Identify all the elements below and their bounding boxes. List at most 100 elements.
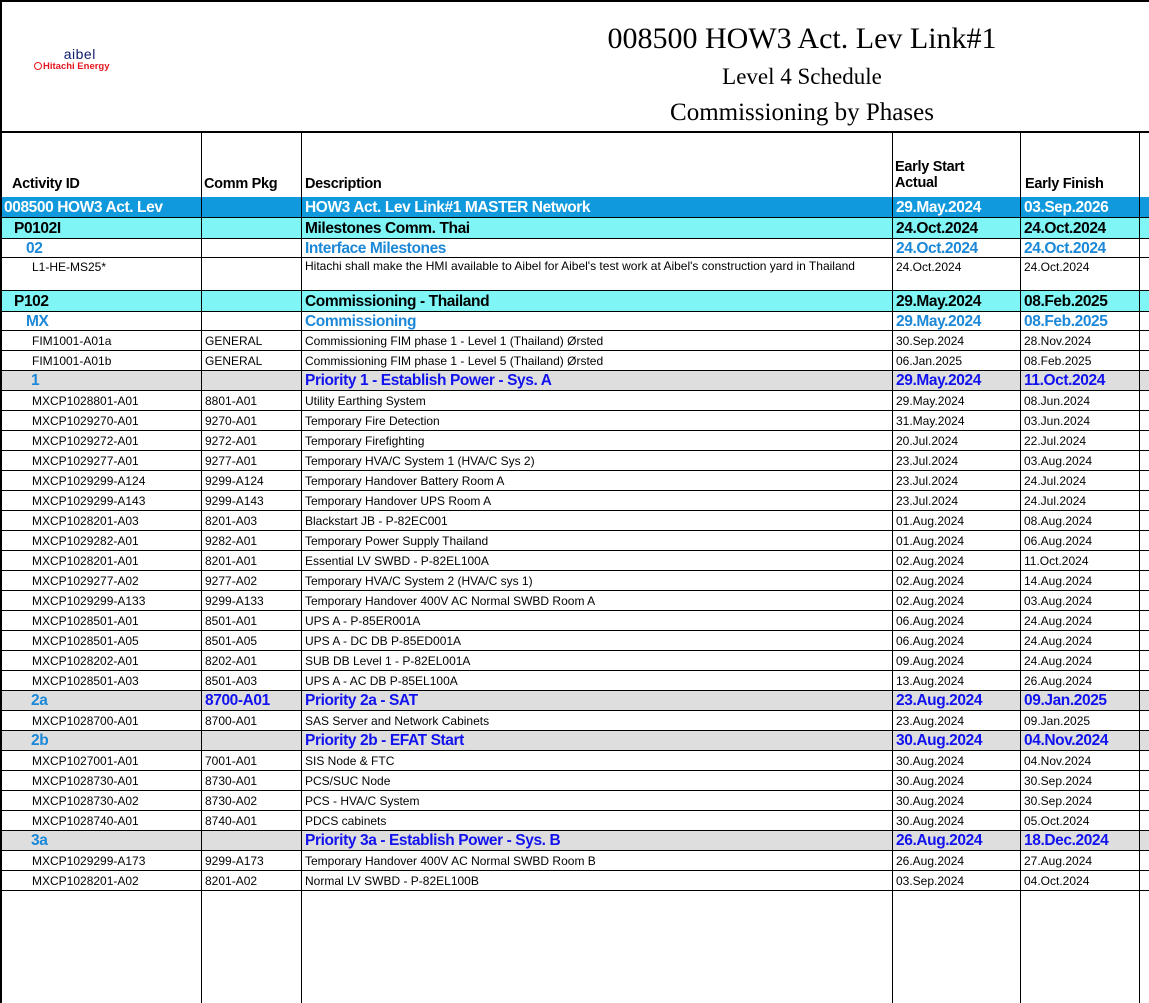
group-row[interactable]: 008500 HOW3 Act. Lev HOW3 Act. Lev Link#1… (0, 197, 1149, 218)
comm-pkg-cell: 8700-A01 (205, 714, 258, 728)
table-row[interactable]: MXCP1028730-A01 8730-A01 PCS/SUC Node 30.Au… (0, 771, 1149, 791)
early-start-cell: 31.May.2024 (896, 414, 965, 428)
table-row[interactable]: MXCP1029277-A01 9277-A01 Temporary HVA/C S… (0, 451, 1149, 471)
table-row[interactable]: MXCP1029282-A01 9282-A01 Temporary Power S… (0, 531, 1149, 551)
comm-pkg-cell: 9299-A143 (205, 494, 264, 508)
schedule-page: aibel Hitachi Energy 008500 HOW3 Act. Le… (0, 0, 1149, 1003)
activity-id-cell: MXCP1028202-A01 (32, 654, 139, 668)
group-row[interactable]: 1 Priority 1 - Establish Power - Sys. A 29… (0, 371, 1149, 391)
early-start-cell: 02.Aug.2024 (896, 554, 965, 568)
comm-pkg-cell: 8730-A02 (205, 794, 258, 808)
table-row[interactable]: MXCP1029299-A133 9299-A133 Temporary Hando… (0, 591, 1149, 611)
table-row[interactable]: MXCP1028700-A01 8700-A01 SAS Server and Ne… (0, 711, 1149, 731)
group-row[interactable]: P0102I Milestones Comm. Thai 24.Oct.2024 24… (0, 218, 1149, 239)
early-start-cell: 30.Aug.2024 (896, 732, 983, 749)
early-start-cell: 30.Aug.2024 (896, 774, 965, 788)
table-row[interactable]: MXCP1027001-A01 7001-A01 SIS Node & FTC 30.… (0, 751, 1149, 771)
activity-id-cell: 2a (31, 692, 48, 709)
description-cell: Temporary Handover 400V AC Normal SWBD R… (305, 854, 596, 868)
table-row[interactable]: MXCP1029299-A124 9299-A124 Temporary Hando… (0, 471, 1149, 491)
early-start-cell: 23.Jul.2024 (896, 474, 959, 488)
early-start-cell: 02.Aug.2024 (896, 574, 965, 588)
activity-id-cell: MXCP1028730-A01 (32, 774, 139, 788)
description-cell: Milestones Comm. Thai (305, 220, 470, 237)
activity-id-cell: MXCP1028201-A03 (32, 514, 139, 528)
table-row[interactable]: MXCP1029270-A01 9270-A01 Temporary Fire De… (0, 411, 1149, 431)
early-finish-cell: 08.Feb.2025 (1024, 313, 1108, 330)
table-row[interactable]: MXCP1028801-A01 8801-A01 Utility Earthing … (0, 391, 1149, 411)
early-finish-cell: 09.Jan.2025 (1024, 692, 1107, 709)
early-finish-cell: 30.Sep.2024 (1024, 774, 1093, 788)
early-start-cell: 01.Aug.2024 (896, 514, 965, 528)
group-row[interactable]: 2a 8700-A01 Priority 2a - SAT 23.Aug.2024 09… (0, 691, 1149, 711)
description-cell: PCS - HVA/C System (305, 794, 420, 808)
comm-pkg-cell (201, 371, 301, 390)
early-finish-cell: 08.Jun.2024 (1024, 394, 1091, 408)
table-row[interactable]: MXCP1029272-A01 9272-A01 Temporary Firefig… (0, 431, 1149, 451)
comm-pkg-cell: 8501-A03 (205, 674, 258, 688)
early-start-cell: 30.Aug.2024 (896, 794, 965, 808)
table-row[interactable]: MXCP1029299-A143 9299-A143 Temporary Hando… (0, 491, 1149, 511)
early-finish-cell: 22.Jul.2024 (1024, 434, 1087, 448)
table-row[interactable]: MXCP1028730-A02 8730-A02 PCS - HVA/C Syste… (0, 791, 1149, 811)
table-row[interactable]: MXCP1028501-A05 8501-A05 UPS A - DC DB P-8… (0, 631, 1149, 651)
early-start-cell: 26.Aug.2024 (896, 854, 965, 868)
table-row[interactable]: L1-HE-MS25* Hitachi shall make the HMI av… (0, 258, 1149, 291)
description-cell: Essential LV SWBD - P-82EL100A (305, 554, 489, 568)
logo-tagline: Hitachi Energy (34, 61, 110, 72)
early-start-cell: 13.Aug.2024 (896, 674, 965, 688)
table-row[interactable]: MXCP1028202-A01 8202-A01 SUB DB Level 1 - … (0, 651, 1149, 671)
early-finish-cell: 08.Feb.2025 (1024, 293, 1108, 310)
comm-pkg-cell (201, 731, 301, 750)
table-row[interactable]: FIM1001-A01b GENERAL Commissioning FIM pha… (0, 351, 1149, 371)
comm-pkg-cell: 8700-A01 (205, 692, 270, 709)
activity-id-cell: FIM1001-A01a (32, 334, 112, 348)
table-row[interactable]: MXCP1029277-A02 9277-A02 Temporary HVA/C S… (0, 571, 1149, 591)
early-finish-cell: 24.Aug.2024 (1024, 654, 1093, 668)
group-row[interactable]: 02 Interface Milestones 24.Oct.2024 24.Oct.… (0, 239, 1149, 258)
group-row[interactable]: P102 Commissioning - Thailand 29.May.2024 0… (0, 291, 1149, 312)
early-finish-cell: 11.Oct.2024 (1024, 372, 1105, 389)
early-start-cell: 24.Oct.2024 (896, 260, 962, 274)
early-finish-cell: 27.Aug.2024 (1024, 854, 1093, 868)
description-cell: Temporary Handover 400V AC Normal SWBD R… (305, 594, 596, 608)
table-row[interactable]: MXCP1028201-A02 8201-A02 Normal LV SWBD - … (0, 871, 1149, 891)
group-row[interactable]: MX Commissioning 29.May.2024 08.Feb.2025 (0, 312, 1149, 331)
table-row[interactable]: MXCP1028201-A01 8201-A01 Essential LV SWBD… (0, 551, 1149, 571)
activity-id-cell: MXCP1029272-A01 (32, 434, 139, 448)
group-row[interactable]: 2b Priority 2b - EFAT Start 30.Aug.2024 04.… (0, 731, 1149, 751)
activity-id-cell: 2b (31, 732, 49, 749)
early-finish-cell: 24.Aug.2024 (1024, 634, 1093, 648)
early-start-cell: 23.Aug.2024 (896, 692, 983, 709)
early-finish-cell: 24.Aug.2024 (1024, 614, 1093, 628)
early-finish-cell: 03.Aug.2024 (1024, 594, 1093, 608)
description-cell: Temporary HVA/C System 2 (HVA/C sys 1) (305, 574, 533, 588)
description-cell: Priority 2a - SAT (305, 692, 418, 709)
table-row[interactable]: FIM1001-A01a GENERAL Commissioning FIM pha… (0, 331, 1149, 351)
activity-id-cell: MXCP1028801-A01 (32, 394, 139, 408)
logo-name: aibel (63, 46, 96, 62)
description-cell: Temporary Firefighting (305, 434, 425, 448)
comm-pkg-cell (201, 312, 301, 330)
table-row[interactable]: MXCP1028201-A03 8201-A03 Blackstart JB - P… (0, 511, 1149, 531)
comm-pkg-cell: 8201-A02 (205, 874, 258, 888)
table-row[interactable]: MXCP1028501-A03 8501-A03 UPS A - AC DB P-8… (0, 671, 1149, 691)
table-row[interactable]: MXCP1028501-A01 8501-A01 UPS A - P-85ER001… (0, 611, 1149, 631)
activity-id-cell: MXCP1029299-A173 (32, 854, 146, 868)
description-cell: SIS Node & FTC (305, 754, 395, 768)
activity-id-cell: P0102I (14, 220, 61, 237)
col-header-activity-id: Activity ID (12, 176, 80, 192)
group-row[interactable]: 3a Priority 3a - Establish Power - Sys. B… (0, 831, 1149, 851)
early-start-cell: 20.Jul.2024 (896, 434, 959, 448)
activity-id-cell: MXCP1029277-A01 (32, 454, 139, 468)
comm-pkg-cell: 8202-A01 (205, 654, 258, 668)
comm-pkg-cell: 9270-A01 (205, 414, 258, 428)
early-finish-cell: 04.Nov.2024 (1024, 732, 1109, 749)
comm-pkg-cell: 8730-A01 (205, 774, 258, 788)
comm-pkg-cell: 9299-A173 (205, 854, 264, 868)
company-logo: aibel Hitachi Energy (34, 46, 110, 72)
table-row[interactable]: MXCP1029299-A173 9299-A173 Temporary Hando… (0, 851, 1149, 871)
comm-pkg-cell (201, 197, 301, 217)
description-cell: Commissioning FIM phase 1 - Level 5 (Tha… (305, 354, 604, 368)
table-row[interactable]: MXCP1028740-A01 8740-A01 PDCS cabinets 30.A… (0, 811, 1149, 831)
